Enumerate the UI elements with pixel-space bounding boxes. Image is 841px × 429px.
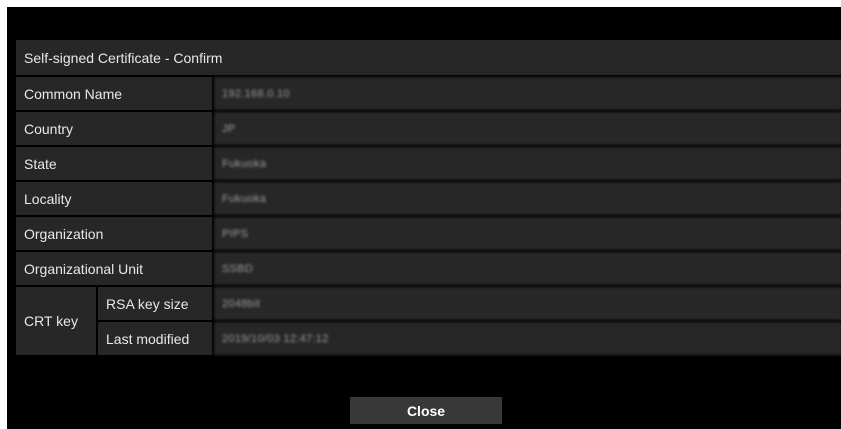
organization-label: Organization [16,217,214,250]
organization-value: PIPS [214,217,841,250]
country-label: Country [16,112,214,145]
common-name-label: Common Name [16,77,214,110]
last-modified-label: Last modified [98,322,214,355]
last-modified-value: 2019/10/03 12:47:12 [214,322,841,355]
close-button[interactable]: Close [350,397,502,424]
state-value: Fukuoka [214,147,841,180]
crt-key-label: CRT key [16,287,98,355]
table-row: Organization PIPS [16,217,841,250]
title-row: Self-signed Certificate - Confirm [16,40,841,75]
dialog-title: Self-signed Certificate - Confirm [16,40,841,75]
table-row: Country JP [16,112,841,145]
table-row: Common Name 192.168.0.10 [16,77,841,110]
table-row: CRT key RSA key size 2048bit [16,287,841,355]
table-row: State Fukuoka [16,147,841,180]
common-name-value: 192.168.0.10 [214,77,841,110]
certificate-details-table: Self-signed Certificate - Confirm Common… [16,38,841,357]
state-label: State [16,147,214,180]
table-row: Locality Fukuoka [16,182,841,215]
locality-value: Fukuoka [214,182,841,215]
rsa-key-size-value: 2048bit [214,287,841,320]
table-row: Organizational Unit SSBD [16,252,841,285]
organizational-unit-label: Organizational Unit [16,252,214,285]
locality-label: Locality [16,182,214,215]
certificate-confirm-dialog: Self-signed Certificate - Confirm Common… [7,7,841,429]
country-value: JP [214,112,841,145]
organizational-unit-value: SSBD [214,252,841,285]
rsa-key-size-label: RSA key size [98,287,214,320]
table-row: Last modified 2019/10/03 12:47:12 [16,322,841,355]
